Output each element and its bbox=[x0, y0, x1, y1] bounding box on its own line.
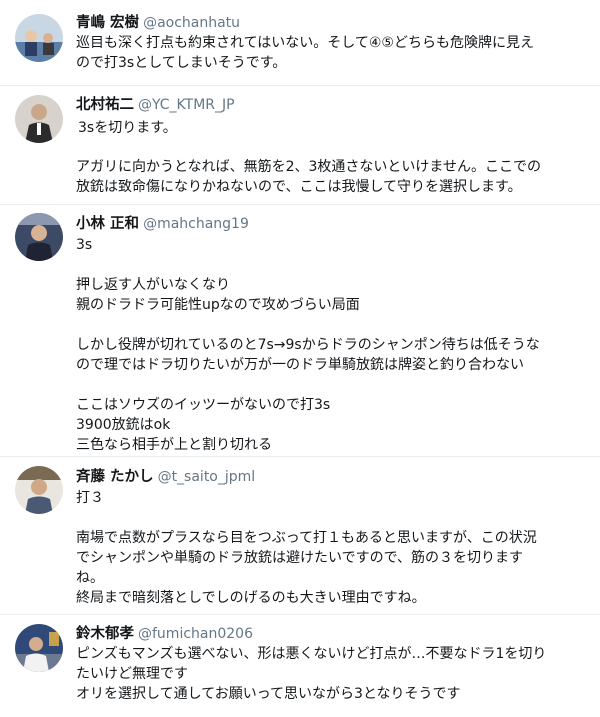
tweet-text: 打３ 南場で点数がプラスなら目をつぶって打１もあると思いますが、この状況 でシャ… bbox=[76, 488, 588, 608]
tweet-content: 鈴木郁孝 @fumichan0206 ピンズもマンズも選べない、形は悪くないけど打… bbox=[76, 623, 588, 704]
tweet: 小林 正和 @mahchang19 3s 押し返す人がいなくなり 親のドラドラ可能… bbox=[0, 205, 600, 456]
tweet: 斉藤 たかし @t_saito_jpml 打３ 南場で点数がプラスなら目をつぶって… bbox=[0, 457, 600, 614]
tweet-line: 親のドラドラ可能性upなので攻めづらい局面 bbox=[76, 297, 360, 313]
tweet-line: 打３ bbox=[76, 490, 104, 506]
tweet-header: 小林 正和 @mahchang19 bbox=[76, 213, 588, 233]
tweet-line: 押し返す人がいなくなり bbox=[76, 277, 230, 293]
tweet-line: 南場で点数がプラスなら目をつぶって打１もあると思いますが、この状況 bbox=[76, 530, 537, 546]
avatar[interactable] bbox=[15, 14, 63, 62]
avatar[interactable] bbox=[15, 624, 63, 672]
user-name[interactable]: 小林 正和 bbox=[76, 216, 139, 232]
avatar-photo-icon bbox=[15, 95, 63, 143]
user-handle[interactable]: @t_saito_jpml bbox=[158, 469, 256, 485]
tweet: 北村祐二 @YC_KTMR_JP 3sを切ります。 アガリに向かうとなれば、無筋を… bbox=[0, 86, 600, 204]
tweet-text: 3sを切ります。 アガリに向かうとなれば、無筋を2、3枚通さないといけません。こ… bbox=[76, 118, 588, 197]
tweet-content: 青嶋 宏樹 @aochanhatu 巡目も深く打点も約束されてはいない。そして④⑤… bbox=[76, 12, 588, 73]
tweet-content: 小林 正和 @mahchang19 3s 押し返す人がいなくなり 親のドラドラ可能… bbox=[76, 213, 588, 455]
tweet-line: ピンズもマンズも選べない、形は悪くないけど打点が…不要なドラ1を切り bbox=[76, 646, 547, 662]
tweet-text: 3s 押し返す人がいなくなり 親のドラドラ可能性upなので攻めづらい局面 しかし… bbox=[76, 235, 588, 455]
tweet-header: 青嶋 宏樹 @aochanhatu bbox=[76, 12, 588, 32]
tweet-feed: 青嶋 宏樹 @aochanhatu 巡目も深く打点も約束されてはいない。そして④⑤… bbox=[0, 0, 600, 717]
user-handle[interactable]: @fumichan0206 bbox=[138, 626, 253, 642]
avatar[interactable] bbox=[15, 213, 63, 261]
avatar-photo-icon bbox=[15, 213, 63, 261]
avatar-photo-icon bbox=[15, 624, 63, 672]
tweet-line: アガリに向かうとなれば、無筋を2、3枚通さないといけません。ここでの bbox=[76, 159, 541, 175]
tweet-header: 斉藤 たかし @t_saito_jpml bbox=[76, 466, 588, 486]
avatar[interactable] bbox=[15, 466, 63, 514]
tweet-line: ので理ではドラ切りたいが万が一のドラ単騎放銃は牌姿と釣り合わない bbox=[76, 357, 524, 373]
user-name[interactable]: 斉藤 たかし bbox=[76, 469, 154, 485]
tweet-line: でシャンポンや単騎のドラ放銃は避けたいですので、筋の３を切ります bbox=[76, 550, 524, 566]
user-handle[interactable]: @mahchang19 bbox=[143, 216, 249, 232]
avatar[interactable] bbox=[15, 95, 63, 143]
tweet-line: 3sを切ります。 bbox=[78, 120, 177, 136]
tweet-line: 3900放銃はok bbox=[76, 417, 171, 433]
tweet-content: 北村祐二 @YC_KTMR_JP 3sを切ります。 アガリに向かうとなれば、無筋を… bbox=[76, 94, 588, 197]
tweet-line: ここはソウズのイッツーがないので打3s bbox=[76, 397, 331, 413]
user-handle[interactable]: @aochanhatu bbox=[143, 15, 240, 31]
tweet: 鈴木郁孝 @fumichan0206 ピンズもマンズも選べない、形は悪くないけど打… bbox=[0, 615, 600, 717]
avatar-photo-icon bbox=[15, 14, 63, 62]
tweet-line: 放銃は致命傷になりかねないので、ここは我慢して守りを選択します。 bbox=[76, 179, 522, 195]
tweet-line: ね。 bbox=[76, 570, 104, 586]
tweet: 青嶋 宏樹 @aochanhatu 巡目も深く打点も約束されてはいない。そして④⑤… bbox=[0, 0, 600, 85]
tweet-text: 巡目も深く打点も約束されてはいない。そして④⑤どちらも危険牌に見え ので打3sと… bbox=[76, 33, 588, 73]
tweet-line: たいけど無理です bbox=[76, 666, 188, 682]
tweet-line: 三色なら相手が上と割り切れる bbox=[76, 437, 272, 453]
tweet-line: ので打3sとしてしまいそうです。 bbox=[76, 55, 287, 71]
tweet-line: オリを選択して通してお願いって思いながら3となりそうです bbox=[76, 686, 461, 702]
tweet-text: ピンズもマンズも選べない、形は悪くないけど打点が…不要なドラ1を切り たいけど無… bbox=[76, 644, 588, 704]
user-handle[interactable]: @YC_KTMR_JP bbox=[138, 97, 235, 113]
tweet-line: 終局まで暗刻落としでしのげるのも大きい理由ですね。 bbox=[76, 590, 426, 606]
tweet-line: しかし役牌が切れているのと7s→9sからドラのシャンポン待ちは低そうな bbox=[76, 337, 540, 353]
avatar-photo-icon bbox=[15, 466, 63, 514]
user-name[interactable]: 青嶋 宏樹 bbox=[76, 15, 139, 31]
user-name[interactable]: 鈴木郁孝 bbox=[76, 626, 134, 642]
user-name[interactable]: 北村祐二 bbox=[76, 97, 134, 113]
tweet-content: 斉藤 たかし @t_saito_jpml 打３ 南場で点数がプラスなら目をつぶって… bbox=[76, 466, 588, 608]
tweet-line: 巡目も深く打点も約束されてはいない。そして④⑤どちらも危険牌に見え bbox=[76, 35, 534, 51]
tweet-header: 北村祐二 @YC_KTMR_JP bbox=[76, 94, 588, 114]
tweet-line: 3s bbox=[76, 237, 93, 253]
tweet-header: 鈴木郁孝 @fumichan0206 bbox=[76, 623, 588, 643]
